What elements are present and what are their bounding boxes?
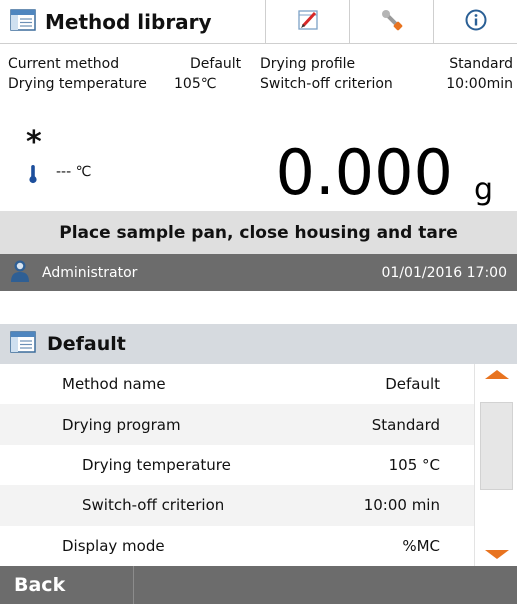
list-scrollbar[interactable] [474, 364, 517, 566]
method-library-icon [10, 331, 36, 357]
section-header: Default [0, 324, 517, 364]
current-method-value: Default [190, 56, 242, 72]
list-item-drying-temperature[interactable]: Drying temperature 105 °C [0, 444, 474, 486]
list-item-value: Default [385, 375, 440, 394]
date-time: 01/01/2016 17:00 [381, 264, 508, 281]
list-item-value: %MC [402, 536, 440, 555]
section-title: Default [47, 333, 126, 355]
switch-off-criterion-label: Switch-off criterion [260, 76, 393, 92]
list-item-value: Standard [371, 415, 440, 434]
weight-value: 0.000 [275, 136, 454, 209]
drying-profile-value: Standard [449, 56, 513, 72]
scroll-up-arrow-icon[interactable] [485, 370, 509, 379]
method-settings-list: Method name Default Drying program Stand… [0, 364, 474, 566]
list-item-label: Drying temperature [82, 455, 231, 474]
method-library-title: Method library [0, 0, 266, 44]
title-bar: Method library [0, 0, 517, 44]
drying-temperature-value: 105℃ [174, 76, 217, 92]
back-button[interactable]: Back [0, 566, 134, 604]
list-item-label: Switch-off criterion [82, 496, 225, 515]
info-icon [464, 8, 488, 36]
info-button[interactable] [434, 0, 517, 44]
list-item-display-mode[interactable]: Display mode %MC [0, 525, 474, 566]
footer-bar: Back [0, 566, 517, 604]
stability-indicator: * [26, 125, 42, 160]
wrench-icon [380, 8, 404, 36]
list-item-label: Display mode [62, 536, 165, 555]
drying-temperature-label: Drying temperature [8, 76, 147, 92]
method-info-panel: Current method Default Drying profile St… [0, 50, 517, 100]
weight-display: * --- ℃ 0.000 g [0, 100, 517, 210]
list-item-value: 105 °C [388, 455, 440, 474]
scroll-thumb[interactable] [480, 402, 513, 490]
list-item-label: Drying program [62, 415, 181, 434]
list-item-drying-program[interactable]: Drying program Standard [0, 404, 474, 445]
temperature-readout: --- ℃ [56, 164, 92, 180]
current-method-label: Current method [8, 56, 120, 72]
switch-off-criterion-value: 10:00min [446, 76, 513, 92]
weight-unit: g [473, 172, 493, 207]
instruction-bar: Place sample pan, close housing and tare [0, 211, 517, 254]
thermometer-icon [28, 164, 38, 188]
page-title: Method library [45, 10, 212, 34]
status-bar: Administrator 01/01/2016 17:00 [0, 254, 517, 291]
user-avatar-icon [10, 259, 30, 287]
edit-icon [296, 8, 320, 36]
settings-button[interactable] [350, 0, 434, 44]
list-item-label: Method name [62, 375, 166, 394]
method-library-icon [10, 9, 36, 35]
drying-profile-label: Drying profile [260, 56, 356, 72]
current-user: Administrator [42, 264, 138, 281]
edit-button[interactable] [266, 0, 350, 44]
list-item-method-name[interactable]: Method name Default [0, 364, 474, 405]
list-item-switch-off-criterion[interactable]: Switch-off criterion 10:00 min [0, 485, 474, 526]
list-item-value: 10:00 min [363, 496, 440, 515]
scroll-down-arrow-icon[interactable] [485, 550, 509, 559]
